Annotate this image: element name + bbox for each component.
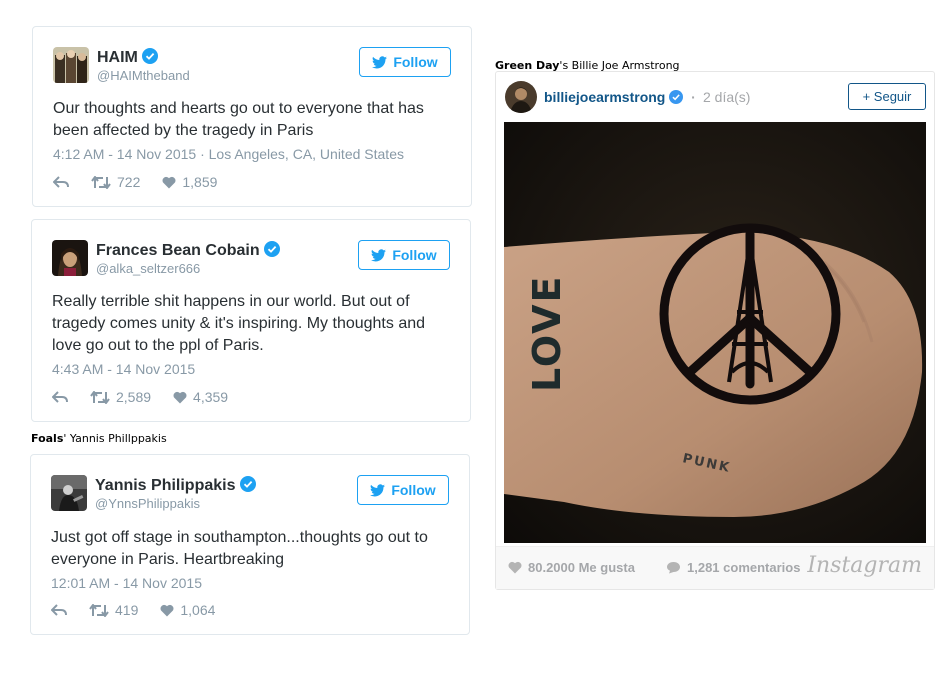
reply-icon: [51, 604, 67, 616]
reply-icon: [53, 176, 69, 188]
tweet-timestamp[interactable]: 12:01 AM - 14 Nov 2015: [51, 575, 202, 591]
reply-button[interactable]: [51, 604, 67, 616]
tweet-header: HAIM @HAIMtheband Follow: [53, 47, 451, 87]
retweet-icon: [91, 175, 111, 189]
follow-button[interactable]: Follow: [359, 47, 451, 77]
display-name[interactable]: HAIM: [97, 48, 158, 67]
instagram-username[interactable]: billiejoearmstrong ·: [544, 89, 696, 105]
follow-button[interactable]: + Seguir: [848, 83, 926, 110]
heart-icon: [508, 561, 522, 574]
post-photo[interactable]: LOVE PUNK: [504, 122, 926, 543]
tweet-timestamp[interactable]: 4:43 AM - 14 Nov 2015: [52, 361, 195, 377]
retweet-icon: [90, 390, 110, 404]
reply-button[interactable]: [53, 176, 69, 188]
retweet-count: 419: [115, 602, 139, 618]
reply-icon: [52, 391, 68, 403]
like-button[interactable]: 1,064: [160, 602, 215, 618]
tweet-card-frances: Frances Bean Cobain @alka_seltzer666 Fol…: [31, 219, 471, 422]
tweet-actions: 722 1,859: [53, 172, 239, 192]
retweet-icon: [89, 603, 109, 617]
tweet-actions: 2,589 4,359: [52, 387, 250, 407]
tweet-card-yannis: Yannis Philippakis @YnnsPhilippakis Foll…: [30, 454, 470, 635]
tweet-text: Our thoughts and hearts go out to everyo…: [53, 100, 424, 139]
like-button[interactable]: 1,859: [162, 174, 217, 190]
comments-stat[interactable]: 1,281 comentarios: [666, 560, 800, 575]
tweet-timestamp[interactable]: 4:12 AM - 14 Nov 2015 · Los Angeles, CA,…: [53, 146, 404, 162]
instagram-header: billiejoearmstrong · 2 día(s) + Seguir: [496, 72, 934, 122]
instagram-embed: billiejoearmstrong · 2 día(s) + Seguir L: [495, 71, 935, 590]
like-count: 1,064: [180, 602, 216, 618]
tweet-header: Frances Bean Cobain @alka_seltzer666 Fol…: [52, 240, 450, 280]
avatar[interactable]: [505, 81, 537, 113]
twitter-bird-icon: [371, 248, 387, 261]
like-button[interactable]: 4,359: [173, 389, 228, 405]
retweet-count: 2,589: [116, 389, 152, 405]
verified-badge-icon: [141, 48, 158, 64]
username-handle[interactable]: @YnnsPhilippakis: [95, 496, 200, 511]
retweet-count: 722: [117, 174, 141, 190]
display-name[interactable]: Frances Bean Cobain: [96, 241, 280, 260]
tweet-text: Really terrible shit happens in our worl…: [52, 293, 426, 354]
instagram-footer: 80.2000 Me gusta 1,281 comentarios Insta…: [496, 546, 934, 589]
username-handle[interactable]: @HAIMtheband: [97, 68, 190, 83]
post-time[interactable]: 2 día(s): [703, 89, 750, 105]
retweet-button[interactable]: 419: [89, 602, 138, 618]
retweet-button[interactable]: 722: [91, 174, 140, 190]
follow-button[interactable]: Follow: [357, 475, 449, 505]
love-tattoo: LOVE: [525, 274, 569, 392]
heart-icon: [160, 604, 174, 616]
tweet-actions: 419 1,064: [51, 600, 237, 620]
follow-button[interactable]: Follow: [358, 240, 450, 270]
likes-count: 80.2000 Me gusta: [528, 560, 635, 575]
verified-badge-icon: [239, 476, 256, 492]
tweet-text: Just got off stage in southampton...thou…: [51, 529, 428, 568]
tweet-header: Yannis Philippakis @YnnsPhilippakis Foll…: [51, 475, 449, 515]
verified-badge-icon: [263, 241, 280, 257]
instagram-logo[interactable]: Instagram: [807, 553, 922, 578]
comments-count: 1,281 comentarios: [687, 560, 801, 575]
retweet-button[interactable]: 2,589: [90, 389, 151, 405]
username-handle[interactable]: @alka_seltzer666: [96, 261, 200, 276]
avatar[interactable]: [51, 475, 87, 511]
separator-dot: ·: [683, 89, 696, 105]
verified-badge-icon: [669, 90, 684, 104]
twitter-bird-icon: [370, 483, 386, 496]
tweet-card-haim: HAIM @HAIMtheband Follow Our thoughts an…: [32, 26, 472, 207]
like-count: 1,859: [182, 174, 218, 190]
comment-bubble-icon: [667, 562, 680, 574]
follow-label: Follow: [392, 247, 437, 263]
likes-stat[interactable]: 80.2000 Me gusta: [508, 560, 635, 575]
like-count: 4,359: [193, 389, 229, 405]
avatar[interactable]: [52, 240, 88, 276]
display-name[interactable]: Yannis Philippakis: [95, 476, 256, 495]
heart-icon: [162, 176, 176, 188]
twitter-bird-icon: [372, 55, 388, 68]
follow-label: Follow: [393, 54, 438, 70]
reply-button[interactable]: [52, 391, 68, 403]
heart-icon: [173, 391, 187, 403]
follow-label: Follow: [391, 482, 436, 498]
avatar[interactable]: [53, 47, 89, 83]
caption-foals: Foals' Yannis Phillppakis: [31, 432, 167, 445]
